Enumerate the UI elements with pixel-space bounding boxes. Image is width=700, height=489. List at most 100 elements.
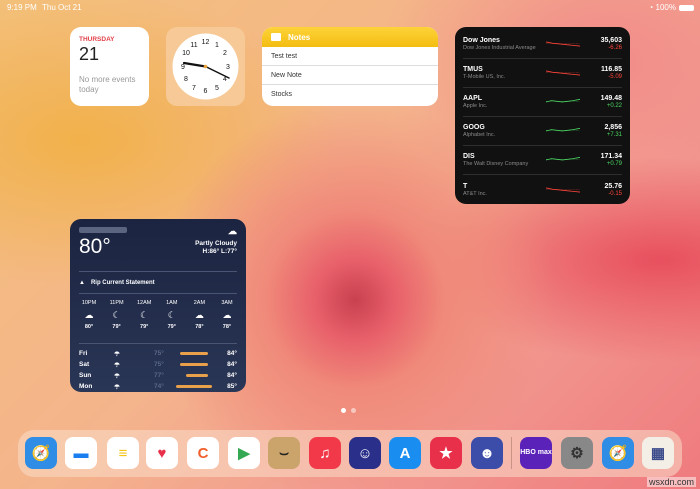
stock-change: -5.09 — [608, 74, 622, 80]
calendar-weekday: THURSDAY — [79, 36, 115, 43]
svg-text:9: 9 — [181, 64, 185, 71]
stock-name: Alphabet Inc. — [463, 132, 496, 138]
hour-label: 3AM — [221, 300, 233, 306]
stock-sparkline — [546, 70, 580, 76]
dock-app-amazon[interactable]: ⌣ — [268, 437, 300, 469]
clock-widget[interactable]: 12 1 2 3 4 5 6 7 8 9 10 11 — [166, 27, 245, 106]
hour-label: 12AM — [137, 300, 152, 306]
day-label: Sat — [79, 361, 90, 368]
stock-name: Dow Jones Industrial Average — [463, 45, 536, 51]
note-item[interactable]: Test test — [262, 47, 438, 66]
dock-app-settings[interactable]: ⚙ — [561, 437, 593, 469]
stock-row[interactable]: AAPL Apple Inc. 149.48 +0.22 — [463, 88, 622, 117]
notes-widget[interactable]: Notes Test test New Note Stocks — [262, 27, 438, 106]
stock-row[interactable]: T AT&T Inc. 25.76 -0.15 — [463, 175, 622, 204]
notes-title: Notes — [288, 32, 311, 42]
dock-app-play-store[interactable]: ▶ — [228, 437, 260, 469]
hourly-forecast: 12AM ☾ 79° — [134, 300, 154, 343]
cloud-icon: ☁ — [228, 226, 237, 236]
dock-app-cascable[interactable]: C — [187, 437, 219, 469]
condition: Partly Cloudy — [195, 240, 237, 247]
day-high: 85° — [227, 383, 237, 390]
stock-row[interactable]: DIS The Walt Disney Company 171.34 +0.79 — [463, 146, 622, 175]
location-blurred — [79, 227, 127, 233]
stock-row[interactable]: Dow Jones Dow Jones Industrial Average 35… — [463, 30, 622, 59]
stock-symbol: TMUS — [463, 66, 483, 73]
stock-sparkline — [546, 187, 580, 192]
weather-widget[interactable]: 80° ☁ Partly Cloudy H:86° L:77° ▲ Rip Cur… — [70, 219, 246, 392]
temp-range-bar — [176, 385, 212, 388]
hour-label: 10PM — [81, 300, 97, 306]
moon-icon: ☾ — [140, 310, 149, 320]
svg-text:1: 1 — [215, 42, 219, 49]
dock-app-files[interactable]: ▬ — [65, 437, 97, 469]
dock-app-app-store[interactable]: A — [389, 437, 421, 469]
stock-change: +7.31 — [606, 132, 622, 138]
temp-range-bar — [186, 374, 208, 377]
stock-name: T-Mobile US, Inc. — [463, 74, 506, 80]
folder-icon — [271, 33, 281, 41]
daily-forecast: Mon ☂ 74° 85° — [79, 381, 237, 392]
day-label: Fri — [79, 350, 88, 357]
calendar-widget[interactable]: THURSDAY 21 No more events today — [70, 27, 149, 106]
stock-symbol: Dow Jones — [463, 37, 500, 44]
day-label: Sun — [79, 372, 92, 379]
svg-text:5: 5 — [215, 85, 219, 92]
day-high: 84° — [227, 350, 237, 357]
temp-range-bar — [180, 363, 208, 366]
stock-price: 25.76 — [604, 182, 622, 190]
temp-range-bar — [180, 352, 208, 355]
note-item[interactable]: New Note — [262, 66, 438, 85]
svg-text:11: 11 — [190, 42, 197, 49]
dock-app-music[interactable]: ♫ — [309, 437, 341, 469]
clock-face: 12 1234567891011 — [172, 33, 239, 100]
hourly-forecast: 3AM ☁ 78° — [217, 300, 237, 343]
stock-row[interactable]: TMUS T-Mobile US, Inc. 116.85 -5.09 — [463, 59, 622, 88]
dock-app-safari[interactable]: 🧭 — [602, 437, 634, 469]
cloud-icon: ☁ — [222, 310, 232, 320]
rain-cloud-icon: ☂ — [114, 372, 120, 380]
svg-text:12: 12 — [202, 39, 210, 46]
dock-app-notes[interactable]: ≡ — [107, 437, 139, 469]
battery-percent: ◔ 100% — [648, 3, 676, 12]
dock-app-pocket[interactable]: ♥ — [146, 437, 178, 469]
stock-change: -6.26 — [608, 45, 622, 51]
svg-text:7: 7 — [192, 85, 196, 92]
daily-forecast: Sat ☂ 75° 84° — [79, 359, 237, 370]
stock-name: AT&T Inc. — [463, 190, 487, 197]
dock-app-bookmark[interactable]: ★ — [430, 437, 462, 469]
rain-cloud-icon: ☂ — [114, 350, 120, 358]
dock-app-safari[interactable]: 🧭 — [25, 437, 57, 469]
stock-symbol: GOOG — [463, 124, 485, 131]
stock-name: The Walt Disney Company — [463, 161, 529, 167]
dock-app-astro[interactable]: ☺ — [349, 437, 381, 469]
watermark: wsxdn.com — [646, 477, 696, 487]
hour-temp: 79° — [140, 324, 149, 330]
svg-text:6: 6 — [204, 88, 208, 95]
status-time: 9:19 PM — [7, 3, 37, 12]
day-high: 84° — [227, 372, 237, 379]
wifi-icon: ◔ — [648, 3, 656, 12]
hour-temp: 78° — [222, 324, 232, 330]
calendar-message: No more events today — [79, 75, 136, 94]
stock-price: 171.34 — [600, 153, 622, 160]
hour-label: 2AM — [193, 300, 206, 306]
note-item[interactable]: Stocks — [262, 85, 438, 104]
daily-forecast: Sun ☂ 77° 84° — [79, 370, 237, 381]
dock-app-game[interactable]: ☻ — [471, 437, 503, 469]
svg-text:8: 8 — [184, 76, 188, 83]
svg-text:3: 3 — [226, 64, 230, 71]
moon-icon: ☾ — [167, 310, 176, 320]
dock-app-hbo-max[interactable]: HBO max — [520, 437, 552, 469]
stock-row[interactable]: GOOG Alphabet Inc. 2,856 +7.31 — [463, 117, 622, 146]
page-indicator[interactable] — [341, 408, 356, 413]
hour-temp: 78° — [195, 324, 204, 330]
stocks-widget[interactable]: Dow Jones Dow Jones Industrial Average 35… — [455, 27, 630, 204]
stock-sparkline — [546, 98, 580, 103]
stock-change: +0.79 — [606, 161, 622, 167]
hour-label: 11PM — [109, 300, 124, 306]
dock-app-folder[interactable]: ▦ — [642, 437, 674, 469]
hourly-forecast: 10PM ☁ 80° — [79, 300, 99, 343]
hi-lo: H:86° L:77° — [202, 248, 237, 255]
cloud-icon: ☁ — [84, 310, 94, 320]
